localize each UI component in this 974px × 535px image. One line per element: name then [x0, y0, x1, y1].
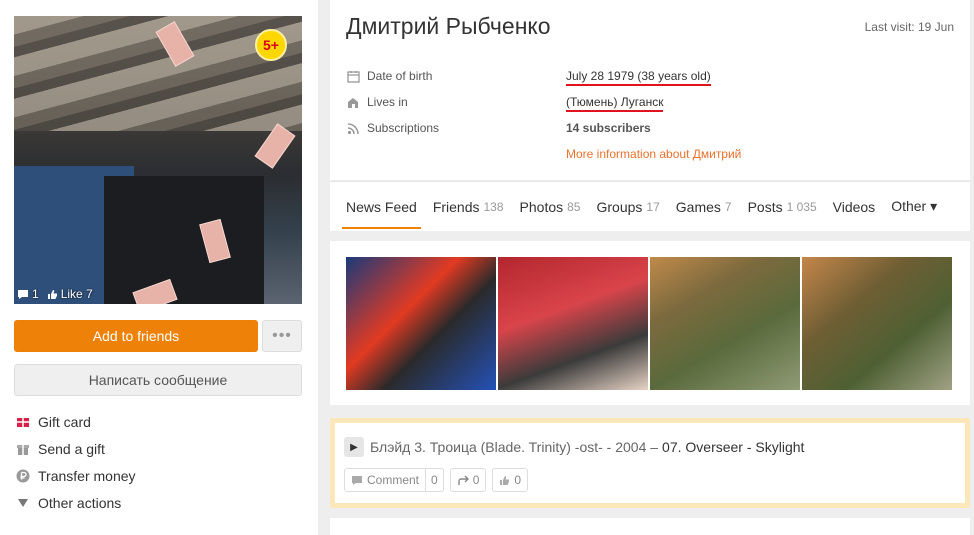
action-label: Other actions: [38, 494, 122, 511]
action-label: Send a gift: [38, 440, 105, 457]
more-info-link[interactable]: More information about Дмитрий: [566, 147, 741, 161]
tab-news-feed[interactable]: News Feed: [342, 182, 421, 231]
photo-thumbnail[interactable]: [802, 257, 952, 390]
lives-label: Lives in: [367, 95, 408, 109]
dob-value[interactable]: July 28 1979 (38 years old): [566, 69, 711, 86]
profile-tabs: News Feed Friends 138 Photos 85 Groups 17 G…: [330, 181, 970, 231]
tab-label: Groups: [596, 198, 643, 215]
photos-strip: [330, 241, 970, 405]
action-gift-card[interactable]: Gift card: [14, 408, 136, 435]
action-transfer-money[interactable]: Transfer money: [14, 462, 136, 489]
share-icon: [458, 475, 469, 485]
home-icon: [346, 95, 360, 109]
share-count: 0: [472, 473, 480, 487]
tab-label: Posts: [747, 198, 783, 215]
dob-label: Date of birth: [367, 69, 433, 83]
like-count: 0: [514, 473, 522, 487]
photo-truck-dark: [104, 176, 264, 304]
tab-label: Friends: [432, 198, 480, 215]
tab-label: Games: [675, 198, 721, 215]
action-label: Gift card: [38, 413, 91, 430]
like-button[interactable]: 0: [492, 468, 529, 492]
photo-thumbnail[interactable]: [498, 257, 648, 390]
rss-icon: [346, 121, 360, 135]
tab-count: 138: [483, 199, 504, 214]
tab-posts[interactable]: Posts 1 035: [744, 182, 821, 231]
track-title[interactable]: 07. Overseer - Skylight: [662, 439, 804, 455]
age-badge: 5+: [255, 29, 287, 61]
action-label: Transfer money: [38, 467, 136, 484]
avatar-likes[interactable]: Like 7: [47, 287, 93, 301]
track-artist[interactable]: Блэйд 3. Троица (Blade. Trinity) -ost- -…: [370, 439, 658, 455]
lives-row: Lives in: [346, 95, 408, 109]
add-to-friends-button[interactable]: Add to friends: [14, 320, 258, 352]
comment-icon: [18, 289, 28, 299]
tab-friends[interactable]: Friends 138: [429, 182, 508, 231]
music-post: ▶ Блэйд 3. Троица (Blade. Trinity) -ost-…: [330, 418, 970, 508]
tab-label: Photos: [519, 198, 564, 215]
left-column: 1 Like 7 5+ Add to friends ••• Написать …: [0, 0, 318, 535]
action-send-gift[interactable]: Send a gift: [14, 435, 136, 462]
tab-label: News Feed: [346, 198, 417, 215]
action-other[interactable]: Other actions: [14, 489, 136, 516]
tab-label: Other ▾: [891, 198, 938, 214]
profile-info-card: Дмитрий Рыбченко Last visit: 19 Jun Date…: [330, 0, 970, 180]
avatar-stats: 1 Like 7: [17, 287, 93, 301]
track-row: ▶ Блэйд 3. Троица (Blade. Trinity) -ost-…: [344, 437, 804, 457]
comment-label: Comment: [367, 473, 420, 487]
comment-icon: [352, 475, 362, 485]
last-visit: Last visit: 19 Jun: [864, 20, 954, 34]
lives-value[interactable]: (Тюмень) Луганск: [566, 95, 664, 112]
calendar-icon: [346, 69, 360, 83]
photo-thumbnail[interactable]: [650, 257, 800, 390]
tab-games[interactable]: Games 7: [672, 182, 736, 231]
like-icon: [500, 475, 510, 485]
profile-name: Дмитрий Рыбченко: [346, 13, 551, 39]
play-icon[interactable]: ▶: [344, 437, 364, 457]
tab-other[interactable]: Other ▾: [887, 182, 941, 231]
next-post-card: [330, 518, 970, 535]
avatar-comments[interactable]: 1: [17, 287, 39, 301]
tab-count: 85: [567, 199, 581, 214]
gift-icon: [14, 440, 32, 458]
avatar-comment-count: 1: [32, 287, 39, 301]
gift-card-icon: [14, 413, 32, 431]
comment-count: 0: [425, 469, 443, 491]
comment-button[interactable]: Comment 0: [344, 468, 444, 492]
tab-label: Videos: [832, 198, 876, 215]
like-icon: [47, 289, 57, 299]
ruble-icon: [14, 467, 32, 485]
photo-thumbnail[interactable]: [346, 257, 496, 390]
subscriptions-label: Subscriptions: [367, 121, 440, 135]
subscriptions-row: Subscriptions: [346, 121, 439, 135]
subscriptions-value[interactable]: 14 subscribers: [566, 121, 651, 135]
tab-groups[interactable]: Groups 17: [592, 182, 663, 231]
avatar-like-count: Like 7: [60, 287, 93, 301]
share-button[interactable]: 0: [449, 468, 487, 492]
profile-actions: Gift card Send a gift Transfer money Oth…: [14, 408, 136, 516]
tab-count: 17: [646, 199, 660, 214]
dob-row: Date of birth: [346, 69, 432, 83]
feed-actions: Comment 0 0 0: [344, 468, 529, 492]
tab-count: 1 035: [786, 199, 817, 214]
send-message-button[interactable]: Написать сообщение: [14, 364, 302, 396]
avatar-photo[interactable]: 1 Like 7: [14, 16, 302, 304]
more-options-button[interactable]: •••: [262, 320, 302, 352]
tab-count: 7: [724, 199, 732, 214]
tab-videos[interactable]: Videos: [829, 182, 880, 231]
tab-photos[interactable]: Photos 85: [516, 182, 585, 231]
triangle-down-icon: [14, 494, 32, 512]
